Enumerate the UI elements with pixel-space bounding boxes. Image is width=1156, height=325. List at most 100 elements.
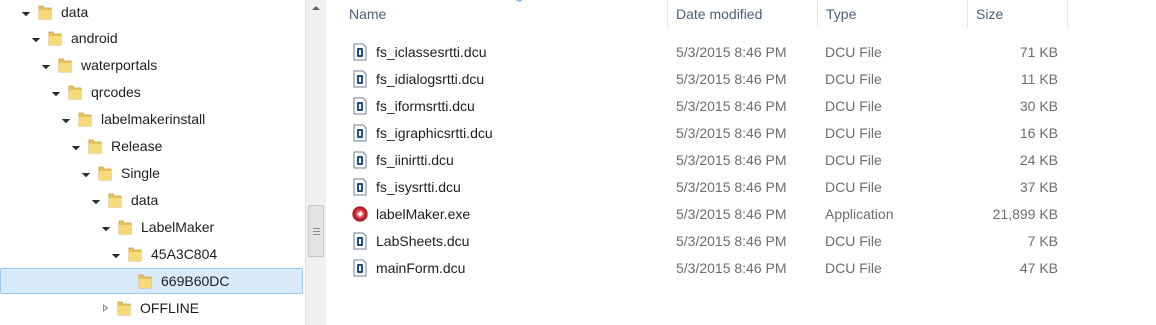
tree-item-single[interactable]: Single [0, 160, 303, 186]
file-size: 37 KB [1019, 179, 1058, 195]
tree-item-label: Single [121, 165, 160, 181]
column-header-size-label: Size [976, 6, 1004, 22]
expand-arrow-icon[interactable] [112, 250, 121, 259]
tree-item-label: LabelMaker [141, 219, 215, 235]
folder-icon [78, 112, 92, 127]
file-row[interactable]: fs_iclassesrtti.dcu 5/3/2015 8:46 PM DCU… [344, 39, 1064, 65]
file-row[interactable]: labelMaker.exe 5/3/2015 8:46 PM Applicat… [344, 201, 1064, 227]
dcu-file-icon [353, 97, 367, 115]
folder-icon [128, 247, 142, 262]
folder-icon [88, 139, 102, 154]
expand-arrow-icon[interactable] [32, 34, 41, 43]
column-header-name[interactable]: Name [341, 0, 668, 28]
tree-item-label: android [71, 30, 118, 46]
file-name: mainForm.dcu [376, 260, 466, 276]
file-date: 5/3/2015 8:46 PM [676, 152, 787, 168]
folder-icon [98, 166, 112, 181]
expand-arrow-icon[interactable] [102, 223, 111, 232]
scroll-up-arrow-icon[interactable] [306, 0, 325, 17]
dcu-file-icon [353, 232, 367, 250]
file-size: 21,899 KB [992, 206, 1058, 222]
file-name: fs_iinirtti.dcu [376, 152, 454, 168]
tree-item-label: data [131, 192, 159, 208]
file-type: DCU File [825, 260, 882, 276]
file-size: 47 KB [1019, 260, 1058, 276]
file-size: 24 KB [1019, 152, 1058, 168]
file-list[interactable]: Name Date modified Type Size fs_iclasses… [326, 0, 1156, 325]
folder-icon [108, 193, 122, 208]
file-name: fs_iformsrtti.dcu [376, 98, 475, 114]
file-date: 5/3/2015 8:46 PM [676, 98, 787, 114]
folder-icon [118, 220, 132, 235]
scrollbar-thumb[interactable] [308, 205, 324, 257]
dcu-file-icon [353, 70, 367, 88]
file-row[interactable]: mainForm.dcu 5/3/2015 8:46 PM DCU File 4… [344, 255, 1064, 281]
tree-item-45a3c804[interactable]: 45A3C804 [0, 241, 303, 267]
expand-arrow-icon[interactable] [72, 142, 81, 151]
expand-arrow-icon[interactable] [22, 8, 31, 17]
expand-arrow-icon[interactable] [62, 115, 71, 124]
file-size: 7 KB [1027, 233, 1058, 249]
navigation-tree[interactable]: data android waterportals qrcodes labelm… [0, 0, 305, 325]
file-date: 5/3/2015 8:46 PM [676, 260, 787, 276]
column-header-date-label: Date modified [676, 6, 763, 22]
dcu-file-icon [353, 259, 367, 277]
tree-item-offline[interactable]: OFFLINE [0, 295, 303, 321]
expand-arrow-icon[interactable] [82, 169, 91, 178]
file-date: 5/3/2015 8:46 PM [676, 71, 787, 87]
column-header-date[interactable]: Date modified [668, 0, 818, 28]
app-exe-icon [352, 206, 368, 222]
tree-item-labelmaker[interactable]: LabelMaker [0, 214, 303, 240]
file-row[interactable]: fs_iformsrtti.dcu 5/3/2015 8:46 PM DCU F… [344, 93, 1064, 119]
folder-icon [58, 58, 72, 73]
expand-arrow-icon[interactable] [92, 196, 101, 205]
file-row[interactable]: fs_idialogsrtti.dcu 5/3/2015 8:46 PM DCU… [344, 66, 1064, 92]
dcu-file-icon [353, 124, 367, 142]
file-type: DCU File [825, 152, 882, 168]
expand-arrow-icon[interactable] [42, 61, 51, 70]
sort-ascending-icon [515, 0, 525, 4]
column-header-name-label: Name [349, 6, 387, 22]
column-header-type-label: Type [826, 6, 857, 22]
tree-item-android[interactable]: android [0, 25, 303, 51]
folder-icon [117, 301, 131, 316]
file-name: LabSheets.dcu [376, 233, 470, 249]
tree-item-data-nested[interactable]: data [0, 187, 303, 213]
tree-item-label: labelmakerinstall [101, 111, 206, 127]
column-header-type[interactable]: Type [818, 0, 968, 28]
tree-item-qrcodes[interactable]: qrcodes [0, 79, 303, 105]
file-size: 16 KB [1019, 125, 1058, 141]
dcu-file-icon [353, 151, 367, 169]
dcu-file-icon [353, 178, 367, 196]
tree-item-label: waterportals [81, 57, 158, 73]
file-row[interactable]: LabSheets.dcu 5/3/2015 8:46 PM DCU File … [344, 228, 1064, 254]
file-row[interactable]: fs_isysrtti.dcu 5/3/2015 8:46 PM DCU Fil… [344, 174, 1064, 200]
dcu-file-icon [353, 43, 367, 61]
tree-item-669b60dc[interactable]: 669B60DC [0, 268, 303, 294]
file-name: fs_isysrtti.dcu [376, 179, 461, 195]
tree-item-data[interactable]: data [0, 0, 303, 25]
tree-item-waterportals[interactable]: waterportals [0, 52, 303, 78]
tree-item-labelmakerinstall[interactable]: labelmakerinstall [0, 106, 303, 132]
file-name: labelMaker.exe [376, 206, 471, 222]
file-size: 71 KB [1019, 44, 1058, 60]
file-row[interactable]: fs_iinirtti.dcu 5/3/2015 8:46 PM DCU Fil… [344, 147, 1064, 173]
folder-icon [48, 31, 62, 46]
file-type: DCU File [825, 125, 882, 141]
tree-scrollbar[interactable] [305, 0, 325, 325]
tree-item-release[interactable]: Release [0, 133, 303, 159]
collapsed-arrow-icon[interactable] [101, 303, 110, 313]
file-date: 5/3/2015 8:46 PM [676, 206, 787, 222]
column-header-size[interactable]: Size [968, 0, 1068, 28]
file-type: DCU File [825, 71, 882, 87]
file-type: Application [825, 206, 894, 222]
file-size: 11 KB [1020, 71, 1058, 87]
file-size: 30 KB [1019, 98, 1058, 114]
file-name: fs_igraphicsrtti.dcu [376, 125, 493, 141]
tree-item-label: Release [111, 138, 163, 154]
file-name: fs_iclassesrtti.dcu [376, 44, 487, 60]
expand-arrow-icon[interactable] [52, 88, 61, 97]
file-row[interactable]: fs_igraphicsrtti.dcu 5/3/2015 8:46 PM DC… [344, 120, 1064, 146]
file-name: fs_idialogsrtti.dcu [376, 71, 485, 87]
file-date: 5/3/2015 8:46 PM [676, 179, 787, 195]
